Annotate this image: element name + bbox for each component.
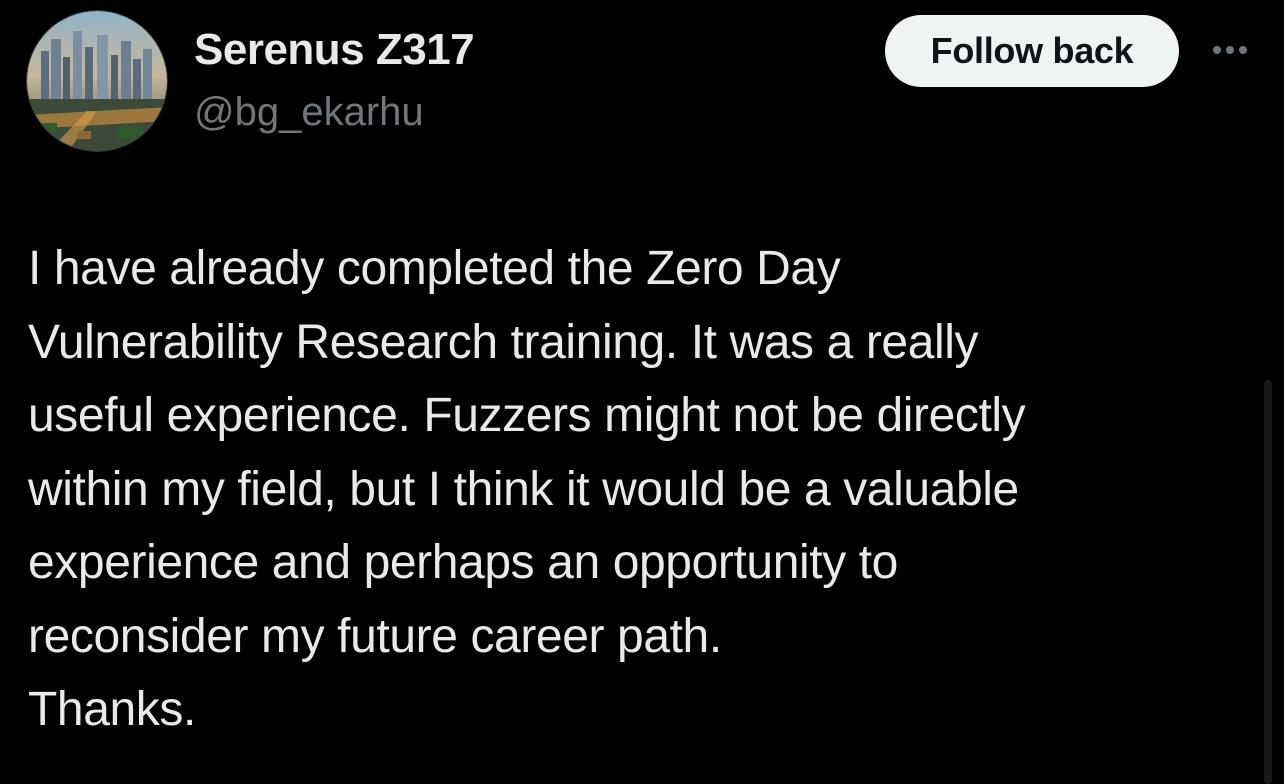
scrollbar[interactable]: [1264, 380, 1272, 784]
more-options-icon[interactable]: [1206, 34, 1254, 66]
post-text-line: Thanks.: [28, 683, 196, 736]
follow-back-button[interactable]: Follow back: [885, 15, 1179, 87]
avatar[interactable]: [26, 10, 168, 152]
author-handle[interactable]: @bg_ekarhu: [194, 88, 424, 136]
post-text-line: useful experience. Fuzzers might not be …: [28, 389, 1026, 442]
author-display-name[interactable]: Serenus Z317: [194, 24, 475, 76]
post-text-line: experience and perhaps an opportunity to: [28, 536, 898, 589]
more-dot: [1226, 46, 1234, 54]
post-text-line: reconsider my future career path.: [28, 609, 722, 663]
more-dot: [1213, 46, 1221, 54]
post-text-line: I have already completed the Zero Day: [28, 242, 841, 295]
more-dot: [1239, 46, 1247, 54]
post-text: I have already completed the Zero Day Vu…: [28, 232, 1218, 747]
post-text-line: Vulnerability Research training. It was …: [28, 315, 979, 369]
post-text-line: within my field, but I think it would be…: [28, 462, 1019, 516]
city-skyline-avatar-icon: [27, 11, 167, 151]
